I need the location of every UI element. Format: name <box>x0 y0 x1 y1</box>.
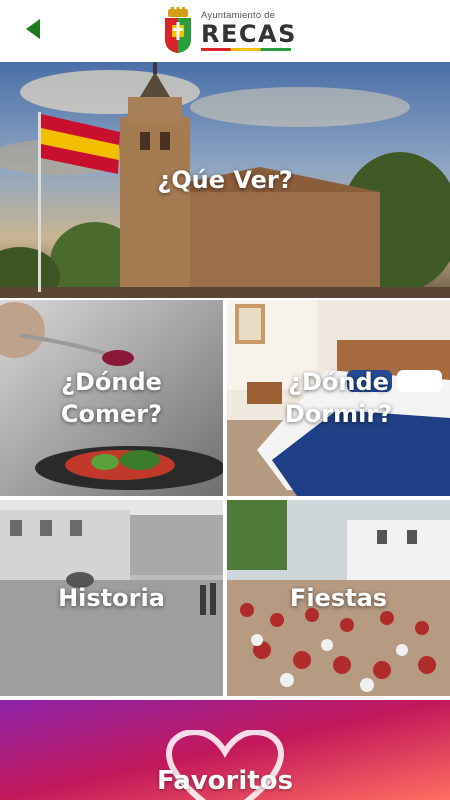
back-arrow-icon <box>26 19 40 39</box>
favoritos-label: Favoritos <box>156 766 294 796</box>
back-button[interactable] <box>22 16 48 42</box>
tile-label-donde-dormir: ¿Dónde Dormir? <box>284 368 393 428</box>
coat-of-arms-icon <box>165 7 191 53</box>
tile-label-fiestas: Fiestas <box>289 584 388 612</box>
tile-donde-comer[interactable]: ¿Dónde Comer? <box>0 300 223 496</box>
app-header: Ayuntamiento de RECAS <box>0 0 450 60</box>
tile-label-historia: Historia <box>58 584 165 612</box>
tile-label-que-ver: ¿Qúe Ver? <box>157 166 293 194</box>
tile-historia[interactable]: Historia <box>0 500 223 696</box>
logo-ayuntamiento-recas: Ayuntamiento de RECAS <box>162 6 297 54</box>
tile-que-ver[interactable]: ¿Qúe Ver? <box>0 62 450 298</box>
logo-underline <box>201 47 291 51</box>
logo-title: RECAS <box>201 19 297 48</box>
tile-fiestas[interactable]: Fiestas <box>227 500 450 696</box>
tile-donde-dormir[interactable]: ¿Dónde Dormir? <box>227 300 450 496</box>
favoritos-button[interactable]: Favoritos <box>0 700 450 800</box>
tile-label-donde-comer: ¿Dónde Comer? <box>60 368 163 428</box>
